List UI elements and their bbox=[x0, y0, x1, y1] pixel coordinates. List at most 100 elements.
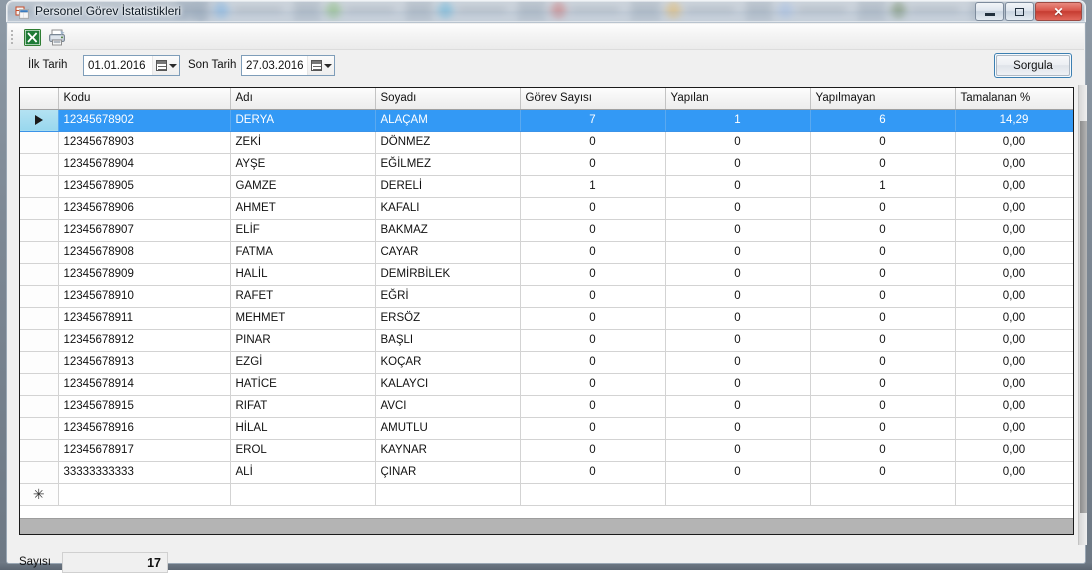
row-header-cell[interactable] bbox=[20, 307, 58, 329]
cell-tamamlanan[interactable]: 0,00 bbox=[955, 439, 1073, 461]
table-row[interactable]: 12345678902DERYAALAÇAM71614,29 bbox=[20, 109, 1073, 131]
cell-adi[interactable]: EROL bbox=[230, 439, 375, 461]
vertical-scrollbar[interactable] bbox=[1078, 85, 1087, 545]
title-bar[interactable]: Personel Görev İstatistikleri ✕ bbox=[6, 0, 1086, 22]
cell-kodu[interactable]: 12345678908 bbox=[58, 241, 230, 263]
cell-yapilmayan[interactable]: 0 bbox=[810, 417, 955, 439]
cell-adi[interactable]: ALİ bbox=[230, 461, 375, 483]
cell-yapilan[interactable]: 0 bbox=[665, 175, 810, 197]
cell-kodu[interactable]: 12345678910 bbox=[58, 285, 230, 307]
cell-adi[interactable]: MEHMET bbox=[230, 307, 375, 329]
cell-yapilan[interactable]: 0 bbox=[665, 329, 810, 351]
cell-yapilmayan[interactable]: 0 bbox=[810, 395, 955, 417]
cell-kodu[interactable]: 12345678915 bbox=[58, 395, 230, 417]
cell-yapilmayan[interactable]: 0 bbox=[810, 329, 955, 351]
row-header-cell[interactable] bbox=[20, 109, 58, 131]
cell-gorev-sayisi[interactable]: 0 bbox=[520, 263, 665, 285]
export-excel-button[interactable] bbox=[21, 27, 43, 48]
table-row[interactable]: 12345678913EZGİKOÇAR0000,00 bbox=[20, 351, 1073, 373]
cell-yapilan[interactable]: 1 bbox=[665, 109, 810, 131]
cell-soyadi[interactable]: KOÇAR bbox=[375, 351, 520, 373]
row-header-cell[interactable] bbox=[20, 395, 58, 417]
cell-yapilmayan[interactable]: 0 bbox=[810, 241, 955, 263]
table-row[interactable]: 12345678904AYŞEEĞİLMEZ0000,00 bbox=[20, 153, 1073, 175]
cell-adi[interactable]: AHMET bbox=[230, 197, 375, 219]
column-header-yapilmayan[interactable]: Yapılmayan bbox=[810, 88, 955, 109]
cell-yapilmayan[interactable]: 0 bbox=[810, 307, 955, 329]
cell-yapilan[interactable]: 0 bbox=[665, 131, 810, 153]
table-row[interactable]: 12345678916HİLALAMUTLU0000,00 bbox=[20, 417, 1073, 439]
cell-soyadi[interactable]: EĞİLMEZ bbox=[375, 153, 520, 175]
cell-kodu[interactable]: 33333333333 bbox=[58, 461, 230, 483]
cell-yapilmayan[interactable]: 0 bbox=[810, 373, 955, 395]
new-record-cell[interactable] bbox=[810, 483, 955, 505]
cell-soyadi[interactable]: BAŞLI bbox=[375, 329, 520, 351]
cell-yapilmayan[interactable]: 0 bbox=[810, 153, 955, 175]
cell-kodu[interactable]: 12345678905 bbox=[58, 175, 230, 197]
cell-tamamlanan[interactable]: 0,00 bbox=[955, 285, 1073, 307]
cell-yapilmayan[interactable]: 0 bbox=[810, 461, 955, 483]
row-header-cell[interactable] bbox=[20, 219, 58, 241]
cell-yapilan[interactable]: 0 bbox=[665, 461, 810, 483]
cell-gorev-sayisi[interactable]: 0 bbox=[520, 241, 665, 263]
cell-yapilan[interactable]: 0 bbox=[665, 417, 810, 439]
query-button[interactable]: Sorgula bbox=[994, 53, 1072, 78]
end-date-picker[interactable]: 27.03.2016 bbox=[241, 55, 335, 76]
cell-adi[interactable]: ELİF bbox=[230, 219, 375, 241]
cell-soyadi[interactable]: KALAYCI bbox=[375, 373, 520, 395]
cell-yapilan[interactable]: 0 bbox=[665, 197, 810, 219]
row-header-cell[interactable] bbox=[20, 285, 58, 307]
row-header-cell[interactable] bbox=[20, 153, 58, 175]
column-header-adi[interactable]: Adı bbox=[230, 88, 375, 109]
cell-yapilan[interactable]: 0 bbox=[665, 153, 810, 175]
new-record-cell[interactable] bbox=[955, 483, 1073, 505]
cell-adi[interactable]: RIFAT bbox=[230, 395, 375, 417]
cell-adi[interactable]: RAFET bbox=[230, 285, 375, 307]
maximize-button[interactable] bbox=[1005, 2, 1034, 21]
cell-tamamlanan[interactable]: 0,00 bbox=[955, 175, 1073, 197]
cell-yapilan[interactable]: 0 bbox=[665, 439, 810, 461]
column-header-tamamlanan[interactable]: Tamalanan % bbox=[955, 88, 1073, 109]
cell-adi[interactable]: PINAR bbox=[230, 329, 375, 351]
cell-soyadi[interactable]: CAYAR bbox=[375, 241, 520, 263]
cell-gorev-sayisi[interactable]: 0 bbox=[520, 219, 665, 241]
cell-gorev-sayisi[interactable]: 7 bbox=[520, 109, 665, 131]
row-header-cell[interactable] bbox=[20, 329, 58, 351]
cell-yapilmayan[interactable]: 6 bbox=[810, 109, 955, 131]
cell-tamamlanan[interactable]: 0,00 bbox=[955, 307, 1073, 329]
cell-yapilan[interactable]: 0 bbox=[665, 285, 810, 307]
cell-gorev-sayisi[interactable]: 0 bbox=[520, 153, 665, 175]
cell-tamamlanan[interactable]: 14,29 bbox=[955, 109, 1073, 131]
cell-adi[interactable]: GAMZE bbox=[230, 175, 375, 197]
new-record-cell[interactable] bbox=[375, 483, 520, 505]
table-row[interactable]: 12345678911MEHMETERSÖZ0000,00 bbox=[20, 307, 1073, 329]
cell-soyadi[interactable]: DEMİRBİLEK bbox=[375, 263, 520, 285]
table-row[interactable]: 12345678914HATİCEKALAYCI0000,00 bbox=[20, 373, 1073, 395]
row-header-cell[interactable] bbox=[20, 197, 58, 219]
cell-tamamlanan[interactable]: 0,00 bbox=[955, 219, 1073, 241]
table-row[interactable]: 12345678915RIFATAVCI0000,00 bbox=[20, 395, 1073, 417]
cell-gorev-sayisi[interactable]: 0 bbox=[520, 197, 665, 219]
cell-kodu[interactable]: 12345678909 bbox=[58, 263, 230, 285]
new-record-cell[interactable] bbox=[230, 483, 375, 505]
column-header-gorev-sayisi[interactable]: Görev Sayısı bbox=[520, 88, 665, 109]
cell-soyadi[interactable]: KAFALI bbox=[375, 197, 520, 219]
cell-kodu[interactable]: 12345678904 bbox=[58, 153, 230, 175]
cell-adi[interactable]: DERYA bbox=[230, 109, 375, 131]
table-row[interactable]: 12345678909HALİLDEMİRBİLEK0000,00 bbox=[20, 263, 1073, 285]
cell-kodu[interactable]: 12345678911 bbox=[58, 307, 230, 329]
cell-soyadi[interactable]: BAKMAZ bbox=[375, 219, 520, 241]
cell-tamamlanan[interactable]: 0,00 bbox=[955, 417, 1073, 439]
cell-yapilmayan[interactable]: 0 bbox=[810, 285, 955, 307]
new-record-cell[interactable] bbox=[520, 483, 665, 505]
cell-gorev-sayisi[interactable]: 0 bbox=[520, 131, 665, 153]
cell-kodu[interactable]: 12345678913 bbox=[58, 351, 230, 373]
cell-tamamlanan[interactable]: 0,00 bbox=[955, 329, 1073, 351]
cell-soyadi[interactable]: ÇINAR bbox=[375, 461, 520, 483]
column-header-kodu[interactable]: Kodu bbox=[58, 88, 230, 109]
row-header-cell[interactable] bbox=[20, 131, 58, 153]
cell-gorev-sayisi[interactable]: 0 bbox=[520, 351, 665, 373]
table-row[interactable]: 33333333333ALİÇINAR0000,00 bbox=[20, 461, 1073, 483]
table-row[interactable]: 12345678905GAMZEDERELİ1010,00 bbox=[20, 175, 1073, 197]
table-row[interactable]: 12345678908FATMACAYAR0000,00 bbox=[20, 241, 1073, 263]
